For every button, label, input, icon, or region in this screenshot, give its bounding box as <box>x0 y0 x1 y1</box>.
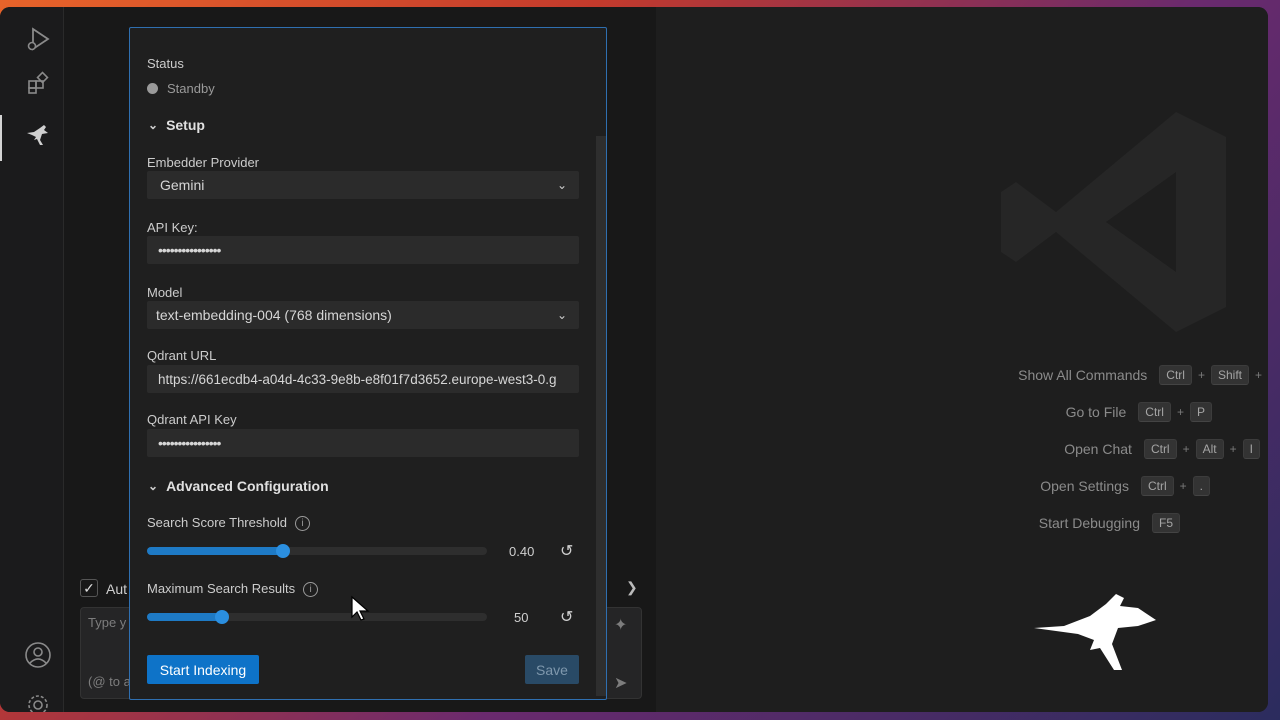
shortcut-start-debugging: Start Debugging F5 <box>640 513 1186 533</box>
model-label: Model <box>147 285 183 300</box>
qdrant-url-label: Qdrant URL <box>147 348 217 363</box>
auto-approve-label: Aut <box>106 581 128 597</box>
status-indicator: Standby <box>147 80 215 98</box>
reset-icon[interactable]: ↺ <box>560 607 573 627</box>
chat-placeholder: Type y <box>88 615 127 630</box>
model-select[interactable]: text-embedding-004 (768 dimensions) ⌄ <box>147 301 579 329</box>
slider-thumb[interactable] <box>276 544 290 558</box>
magic-wand-icon[interactable]: ✦ <box>614 615 627 635</box>
slider-thumb[interactable] <box>215 610 229 624</box>
max-results-value: 50 <box>514 610 529 625</box>
embedder-provider-label: Embedder Provider <box>147 155 259 170</box>
chat-hint: (@ to a <box>88 674 131 689</box>
slider-fill <box>147 547 283 555</box>
api-key-input[interactable]: •••••••••••••••• <box>147 236 579 264</box>
info-icon[interactable]: i <box>303 582 319 598</box>
kangaroo-icon[interactable] <box>20 117 56 153</box>
mouse-cursor-icon <box>351 595 370 621</box>
api-key-label: API Key: <box>147 220 198 235</box>
chevron-down-icon: ⌄ <box>148 479 159 493</box>
settings-gear-icon[interactable] <box>20 687 56 712</box>
qdrant-api-key-label: Qdrant API Key <box>147 412 237 427</box>
extensions-icon[interactable] <box>20 65 56 101</box>
embedder-provider-select[interactable]: Gemini ⌄ <box>147 171 579 199</box>
active-indicator <box>0 115 2 161</box>
max-search-results-label: Maximum Search Results i <box>147 581 319 598</box>
setup-section-header[interactable]: ⌄ Setup <box>148 117 205 133</box>
save-button[interactable]: Save <box>525 655 579 684</box>
status-dot <box>147 83 158 95</box>
kangaroo-logo-icon <box>1034 594 1156 670</box>
shortcut-go-to-file: Go to File Ctrl + P <box>626 402 1218 422</box>
chevron-right-icon[interactable]: ❯ <box>626 579 638 596</box>
start-indexing-button[interactable]: Start Indexing <box>147 655 259 684</box>
search-score-threshold-label: Search Score Threshold i <box>147 515 310 532</box>
account-icon[interactable] <box>20 637 56 673</box>
slider-fill <box>147 613 222 621</box>
advanced-config-section-header[interactable]: ⌄ Advanced Configuration <box>148 478 329 494</box>
chevron-down-icon: ⌄ <box>556 308 567 322</box>
info-icon[interactable]: i <box>294 516 310 532</box>
activity-bar <box>0 7 64 712</box>
send-icon[interactable]: ➤ <box>614 673 627 693</box>
shortcut-open-settings: Open Settings Ctrl + . <box>629 476 1216 496</box>
chevron-down-icon: ⌄ <box>556 178 567 192</box>
editor-area: Show All Commands Ctrl + Shift + Go to Fil… <box>656 7 1268 712</box>
chevron-down-icon: ⌄ <box>148 118 159 132</box>
qdrant-url-input[interactable]: https://661ecdb4-a04d-4c33-9e8b-e8f01f7d… <box>147 365 579 393</box>
search-score-threshold-slider[interactable] <box>147 544 487 558</box>
vscode-window: Show All Commands Ctrl + Shift + Go to Fil… <box>0 7 1268 712</box>
shortcut-show-all-commands: Show All Commands Ctrl + Shift + <box>1018 365 1262 385</box>
max-search-results-slider[interactable] <box>147 610 487 624</box>
popup-scrollbar[interactable] <box>596 136 606 696</box>
status-label: Status <box>147 56 184 71</box>
auto-approve-checkbox[interactable]: ✓ <box>80 579 98 597</box>
vscode-watermark-icon <box>1001 112 1226 332</box>
shortcut-open-chat: Open Chat Ctrl + Alt + I <box>632 439 1266 459</box>
reset-icon[interactable]: ↺ <box>560 541 573 561</box>
qdrant-api-key-input[interactable]: •••••••••••••••• <box>147 429 579 457</box>
run-debug-icon[interactable] <box>20 21 56 57</box>
threshold-value: 0.40 <box>509 544 535 559</box>
